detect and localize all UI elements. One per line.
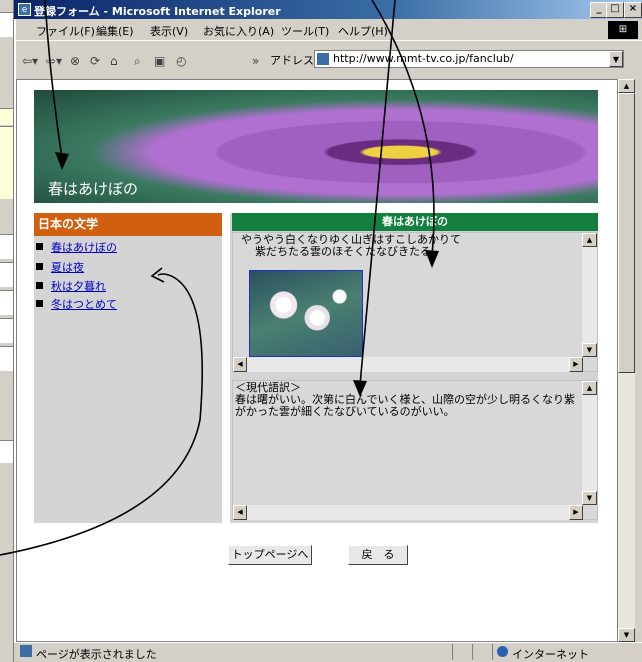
window-title: 登録フォーム - Microsoft Internet Explorer bbox=[34, 5, 281, 18]
cherry-blossom-photo bbox=[249, 270, 363, 357]
box2-hscrollbar[interactable]: ◀ ▶ bbox=[233, 505, 583, 520]
menu-view[interactable]: 表示(V) bbox=[150, 23, 188, 39]
forward-icon[interactable]: ⇨▾ bbox=[46, 54, 62, 68]
history-icon[interactable]: ◴ bbox=[176, 54, 186, 68]
box1-hscrollbar[interactable]: ◀ ▶ bbox=[233, 357, 583, 372]
windows-logo-icon: ⊞ bbox=[608, 21, 638, 39]
box2-scroll-right-icon[interactable]: ▶ bbox=[569, 505, 583, 520]
scroll-thumb[interactable] bbox=[618, 93, 635, 373]
menu-tools[interactable]: ツール(T) bbox=[281, 23, 329, 39]
nav-heading: 日本の文学 bbox=[34, 213, 222, 236]
back-icon[interactable]: ⇦▾ bbox=[22, 54, 38, 68]
translation-text-box[interactable]: ＜現代語訳＞ 春は曙がいい。次第に白んでいく様と、山際の空が少し明るくなり紫がか… bbox=[232, 380, 598, 520]
bullet-icon bbox=[36, 282, 43, 289]
status-text: ページが表示されました bbox=[36, 648, 157, 661]
status-page-icon bbox=[20, 645, 32, 657]
box2-vscrollbar[interactable]: ▲ ▼ bbox=[582, 381, 597, 505]
close-button[interactable]: × bbox=[624, 2, 642, 18]
nav-link-autumn[interactable]: 秋は夕暮れ bbox=[51, 280, 106, 293]
address-dropdown-icon[interactable]: ▼ bbox=[609, 51, 623, 67]
scroll-down-icon[interactable]: ▼ bbox=[618, 628, 635, 642]
stop-icon[interactable]: ⊗ bbox=[70, 54, 80, 68]
zone-text: インターネット bbox=[512, 648, 589, 661]
box1-scroll-right-icon[interactable]: ▶ bbox=[569, 357, 583, 372]
scroll-up-icon[interactable]: ▲ bbox=[618, 79, 635, 93]
translation-body: 春は曙がいい。次第に白んでいく様と、山際の空が少し明るくなり紫がかった雲が細くた… bbox=[235, 393, 576, 418]
box1-scroll-left-icon[interactable]: ◀ bbox=[233, 357, 247, 372]
nav-item: 冬はつとめて bbox=[36, 296, 117, 312]
page-scrollbar[interactable]: ▲ ▼ bbox=[618, 79, 635, 642]
refresh-icon[interactable]: ⟳ bbox=[90, 54, 100, 68]
menu-help[interactable]: ヘルプ(H) bbox=[338, 23, 388, 39]
address-input[interactable]: http://www.mmt-tv.co.jp/fanclub/ bbox=[314, 50, 624, 68]
original-text: やうやう白くなりゆく山ぎはすこしあかりて 紫だちたる雲のほそくたなびきたる bbox=[241, 234, 461, 258]
search-icon[interactable]: ⌕ bbox=[134, 54, 141, 69]
bullet-icon bbox=[36, 263, 43, 270]
banner-title: 春はあけぼの bbox=[48, 180, 139, 198]
title-bar[interactable]: 登録フォーム - Microsoft Internet Explorer _ □… bbox=[14, 0, 642, 19]
nav-link-winter[interactable]: 冬はつとめて bbox=[51, 298, 117, 311]
content-heading: 春はあけぼの bbox=[232, 213, 598, 231]
menu-edit[interactable]: 編集(E) bbox=[96, 23, 134, 39]
back-button[interactable]: 戻 る bbox=[348, 545, 408, 565]
internet-zone-icon bbox=[497, 646, 508, 657]
nav-link-summer[interactable]: 夏は夜 bbox=[51, 261, 84, 274]
original-text-line2: 紫だちたる雲のほそくたなびきたる bbox=[255, 245, 431, 258]
favorites-icon[interactable]: ▣ bbox=[154, 54, 165, 68]
nav-link-spring[interactable]: 春はあけぼの bbox=[51, 241, 117, 254]
box1-scroll-down-icon[interactable]: ▼ bbox=[582, 343, 597, 357]
status-separator bbox=[452, 644, 453, 660]
bullet-icon bbox=[36, 243, 43, 250]
menu-file[interactable]: ファイル(F) bbox=[36, 23, 95, 39]
nav-item: 夏は夜 bbox=[36, 259, 84, 275]
maximize-button[interactable]: □ bbox=[606, 2, 624, 18]
menu-bar: ファイル(F) 編集(E) 表示(V) お気に入り(A) ツール(T) ヘルプ(… bbox=[16, 20, 642, 39]
status-separator bbox=[472, 644, 473, 660]
box1-scroll-up-icon[interactable]: ▲ bbox=[582, 233, 597, 247]
page-icon bbox=[317, 53, 329, 65]
nav-item: 春はあけぼの bbox=[36, 239, 117, 255]
box2-scroll-up-icon[interactable]: ▲ bbox=[582, 381, 597, 395]
home-icon[interactable]: ⌂ bbox=[110, 54, 118, 68]
status-separator bbox=[492, 644, 493, 660]
box2-scroll-down-icon[interactable]: ▼ bbox=[582, 491, 597, 505]
box2-scroll-left-icon[interactable]: ◀ bbox=[233, 505, 247, 520]
ie-app-icon: e bbox=[18, 3, 31, 16]
menu-favorites[interactable]: お気に入り(A) bbox=[203, 23, 274, 39]
background-window bbox=[0, 0, 14, 662]
nav-item: 秋は夕暮れ bbox=[36, 278, 106, 294]
box1-vscrollbar[interactable]: ▲ ▼ bbox=[582, 233, 597, 357]
toolbar-overflow[interactable]: » bbox=[252, 54, 259, 68]
top-page-button[interactable]: トップページへ bbox=[228, 545, 312, 565]
bullet-icon bbox=[36, 300, 43, 307]
translation-text: ＜現代語訳＞ 春は曙がいい。次第に白んでいく様と、山際の空が少し明るくなり紫がか… bbox=[235, 382, 581, 418]
